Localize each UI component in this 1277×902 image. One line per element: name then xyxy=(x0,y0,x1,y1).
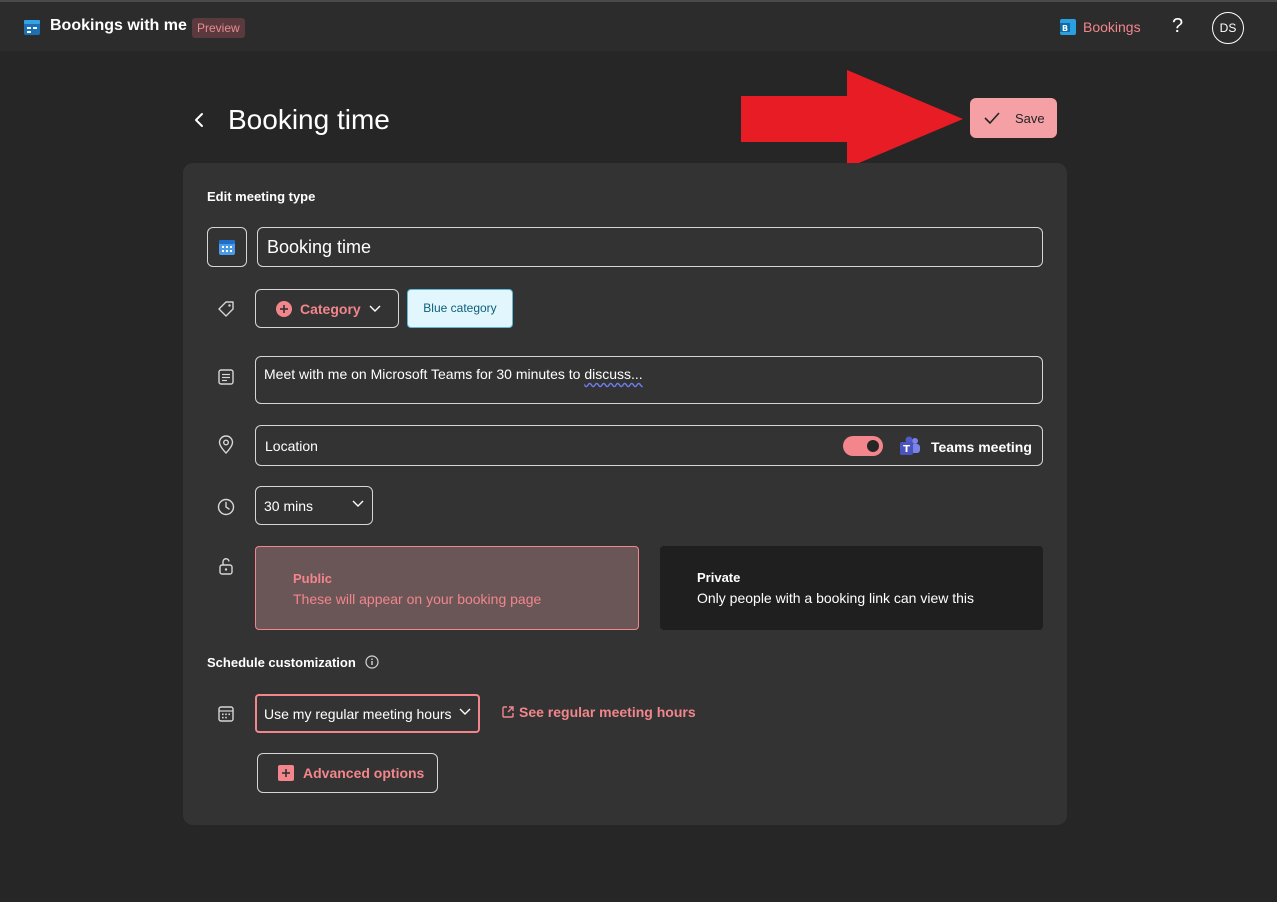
open-external-icon xyxy=(502,706,514,718)
meeting-title-input[interactable]: Booking time xyxy=(257,227,1043,267)
location-label: Location xyxy=(265,438,318,454)
location-input[interactable]: Location T Teams meeting xyxy=(255,425,1043,466)
bookings-logo-icon xyxy=(24,20,40,35)
back-chevron-icon[interactable] xyxy=(190,110,208,130)
description-input[interactable]: Meet with me on Microsoft Teams for 30 m… xyxy=(255,356,1043,404)
duration-dropdown[interactable]: 30 mins xyxy=(255,486,373,525)
description-text: Meet with me on Microsoft Teams for 30 m… xyxy=(264,366,585,382)
location-pin-icon xyxy=(218,435,234,454)
top-bar: Bookings with me Preview B Bookings ? DS xyxy=(0,0,1277,51)
calendar-grid-icon xyxy=(218,706,234,722)
public-title: Public xyxy=(293,571,333,586)
clock-icon xyxy=(217,498,235,516)
advanced-options-button[interactable]: Advanced options xyxy=(257,753,438,793)
category-button[interactable]: Category xyxy=(255,289,399,328)
page-title: Booking time xyxy=(228,104,390,135)
meeting-hours-value: Use my regular meeting hours xyxy=(264,706,452,722)
preview-badge: Preview xyxy=(192,18,245,38)
svg-text:B: B xyxy=(1062,24,1068,33)
red-arrow-annotation xyxy=(741,70,963,168)
teams-icon: T xyxy=(900,436,920,455)
svg-text:T: T xyxy=(903,444,910,455)
description-icon xyxy=(218,369,234,385)
teams-meeting-toggle[interactable] xyxy=(843,436,883,456)
private-title: Private xyxy=(697,570,741,585)
visibility-public-option[interactable]: Public These will appear on your booking… xyxy=(255,546,639,630)
unlock-icon xyxy=(219,558,233,575)
see-regular-hours-label: See regular meeting hours xyxy=(519,704,696,720)
public-description: These will appear on your booking page xyxy=(293,591,542,607)
avatar[interactable]: DS xyxy=(1212,12,1244,44)
info-icon[interactable] xyxy=(365,655,379,669)
save-button[interactable]: Save xyxy=(970,98,1057,138)
visibility-private-option[interactable]: Private Only people with a booking link … xyxy=(660,546,1043,630)
bookings-app-icon: B xyxy=(1060,19,1076,35)
blue-category-tag[interactable]: Blue category xyxy=(407,289,513,328)
teams-meeting-label: Teams meeting xyxy=(931,439,1032,455)
add-circle-icon xyxy=(276,300,292,317)
schedule-customization-heading: Schedule customization xyxy=(207,655,356,670)
calendar-icon xyxy=(219,240,235,255)
meeting-type-card: Edit meeting type Booking time Category … xyxy=(183,163,1067,825)
private-description: Only people with a booking link can view… xyxy=(697,590,975,606)
chevron-down-icon xyxy=(369,305,381,312)
chevron-down-icon xyxy=(459,708,471,715)
checkmark-icon xyxy=(984,112,1000,125)
duration-value: 30 mins xyxy=(264,498,314,514)
description-misspelled-word: discuss... xyxy=(584,366,643,382)
toggle-knob xyxy=(867,440,879,452)
advanced-options-label: Advanced options xyxy=(303,765,425,781)
see-regular-hours-link[interactable]: See regular meeting hours xyxy=(501,704,696,720)
bookings-link[interactable]: Bookings xyxy=(1083,19,1141,35)
meeting-hours-dropdown[interactable]: Use my regular meeting hours xyxy=(255,694,480,733)
app-title: Bookings with me xyxy=(50,17,187,34)
category-label: Category xyxy=(300,300,361,317)
edit-meeting-type-heading: Edit meeting type xyxy=(207,189,316,204)
add-square-icon xyxy=(278,765,294,781)
tag-icon xyxy=(218,301,234,317)
calendar-icon-picker[interactable] xyxy=(207,227,247,267)
help-icon[interactable]: ? xyxy=(1172,15,1183,38)
chevron-down-icon xyxy=(352,500,364,507)
save-label: Save xyxy=(1015,110,1045,126)
